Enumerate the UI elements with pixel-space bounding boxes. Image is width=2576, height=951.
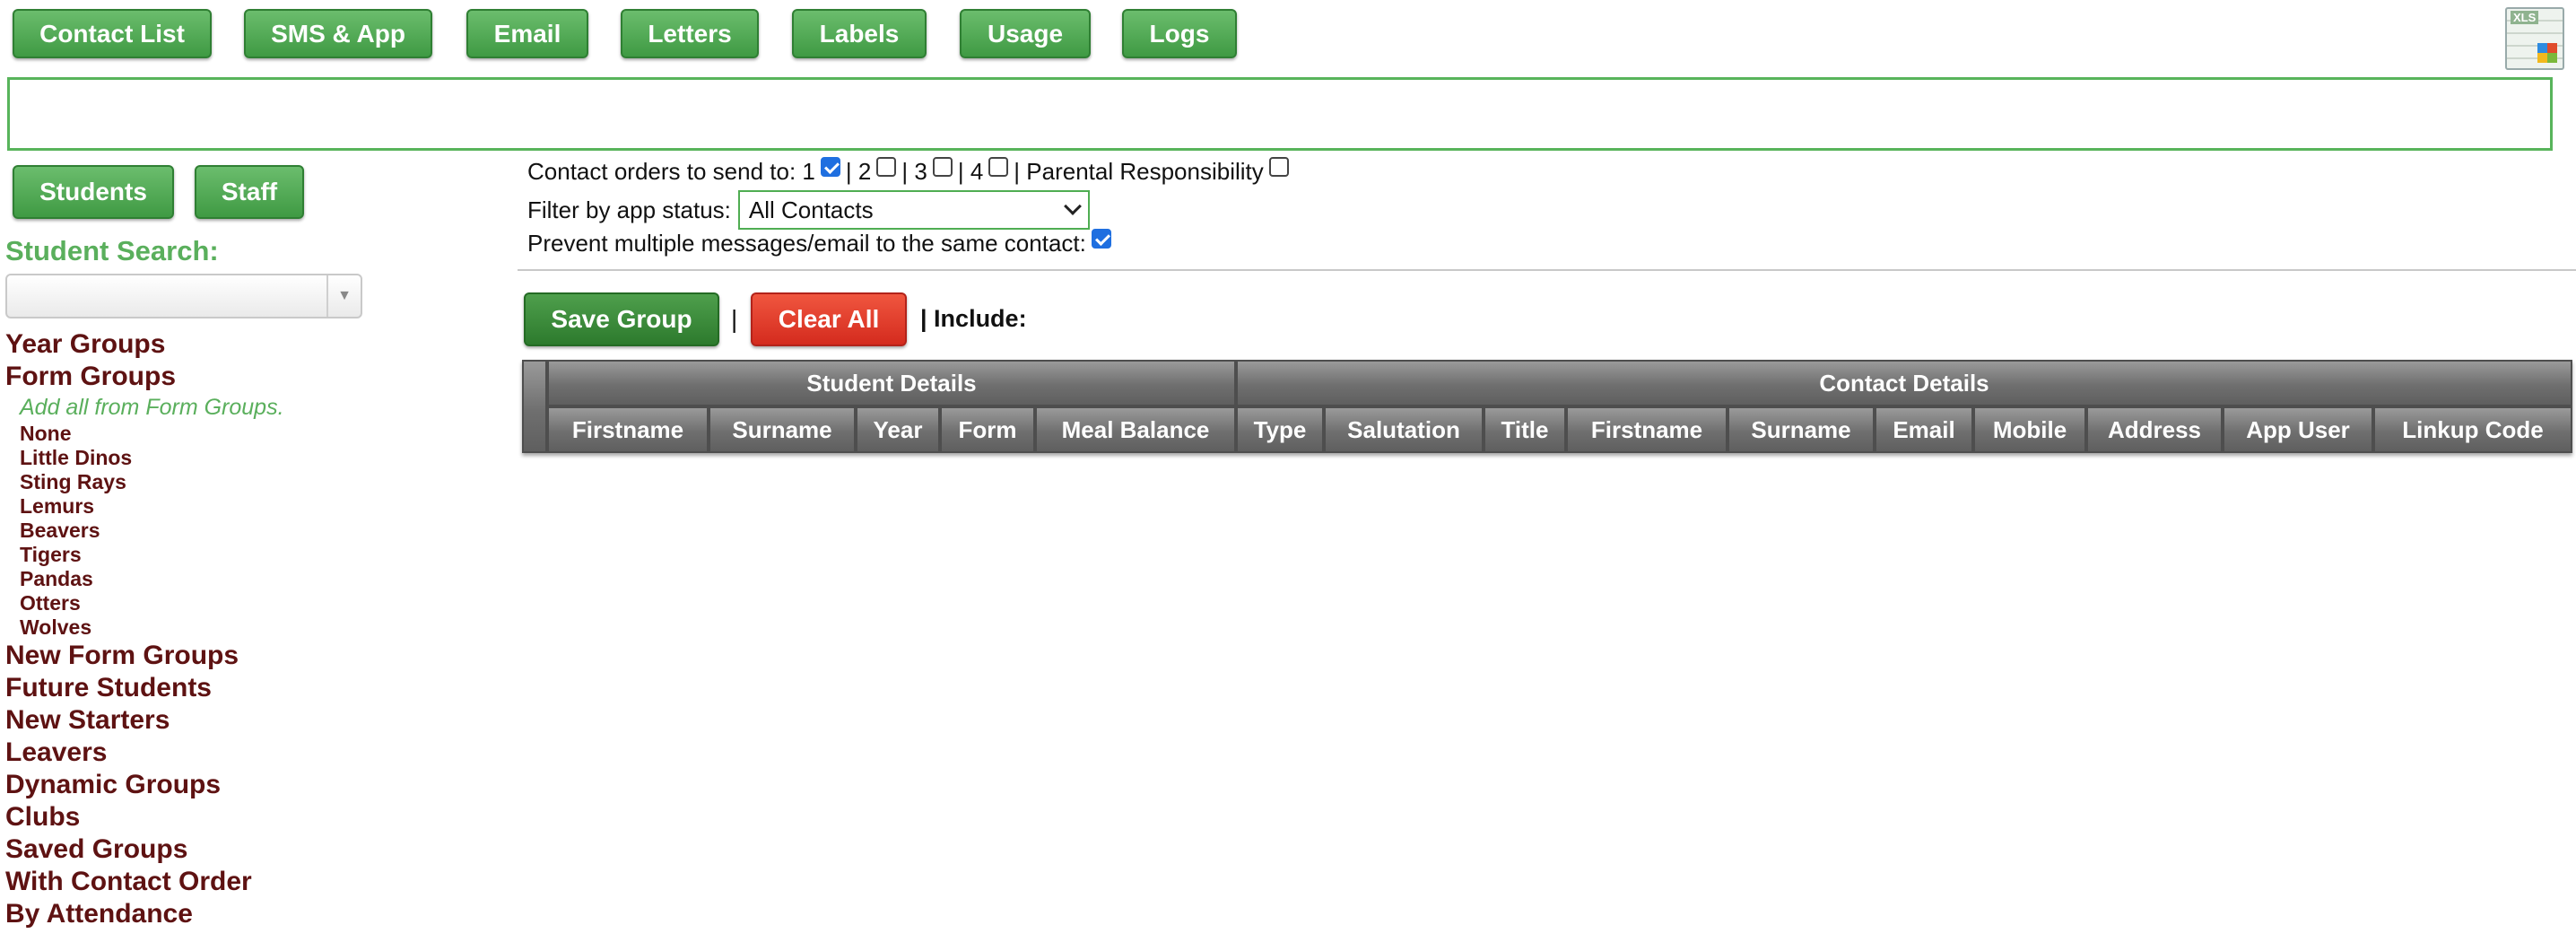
nav-letters-button[interactable]: Letters [621,9,759,58]
form-group-item[interactable]: Otters [5,591,284,615]
column-header-salutation[interactable]: Salutation [1324,406,1484,453]
student-search-title: Student Search: [5,235,219,266]
order-1-label: 1 [802,158,815,185]
form-group-item[interactable]: Sting Rays [5,470,284,494]
form-group-item[interactable]: None [5,422,284,446]
column-header-address[interactable]: Address [2086,406,2223,453]
order-3-checkbox[interactable] [932,156,953,177]
divider [518,269,2576,271]
save-group-button[interactable]: Save Group [524,292,719,346]
prevent-duplicates-checkbox[interactable] [1091,228,1111,249]
group-clubs[interactable]: Clubs [5,801,284,833]
nav-sms-app-button[interactable]: SMS & App [244,9,432,58]
group-new-starters[interactable]: New Starters [5,704,284,737]
student-details-header: Student Details [547,360,1236,406]
message-input[interactable] [7,77,2553,151]
chevron-down-icon [1063,197,1082,215]
parental-responsibility-label: Parental Responsibility [1026,158,1264,185]
column-header-app-user[interactable]: App User [2223,406,2373,453]
group-new-form-groups[interactable]: New Form Groups [5,640,284,672]
student-search-input[interactable]: ▼ [5,274,362,318]
include-label: | Include: [920,305,1027,332]
nav-contact-list-button[interactable]: Contact List [13,9,212,58]
nav-usage-button[interactable]: Usage [960,9,1091,58]
parental-responsibility-checkbox[interactable] [1268,156,1289,177]
form-group-item[interactable]: Lemurs [5,494,284,519]
nav-logs-button[interactable]: Logs [1122,9,1237,58]
separator: | [731,305,738,333]
prevent-duplicates-row: Prevent multiple messages/email to the s… [527,228,1117,257]
filter-app-status-label: Filter by app status: [527,196,731,223]
excel-export-icon[interactable]: XLS [2505,7,2564,70]
column-header-linkup-code[interactable]: Linkup Code [2373,406,2572,453]
contact-orders-row: Contact orders to send to: 1 | 2 | 3 | 4… [527,156,1294,186]
form-group-item[interactable]: Beavers [5,519,284,543]
clear-all-button[interactable]: Clear All [751,292,907,346]
app-status-value: All Contacts [748,196,874,223]
nav-email-button[interactable]: Email [466,9,588,58]
group-list: Year Groups Form Groups Add all from For… [5,328,284,930]
form-group-item[interactable]: Pandas [5,567,284,591]
separator: | [901,158,909,185]
tab-students[interactable]: Students [13,165,174,219]
separator: | [957,158,964,185]
tab-staff[interactable]: Staff [195,165,304,219]
recipients-table: Student Details Contact Details Firstnam… [522,360,2572,453]
column-header-student-firstname[interactable]: Firstname [547,406,709,453]
separator: | [1014,158,1021,185]
column-header-contact-surname[interactable]: Surname [1727,406,1875,453]
column-header-email[interactable]: Email [1875,406,1973,453]
add-all-form-groups-link[interactable]: Add all from Form Groups. [5,393,284,422]
order-3-label: 3 [914,158,927,185]
column-header-student-surname[interactable]: Surname [709,406,856,453]
group-future-students[interactable]: Future Students [5,672,284,704]
form-group-item[interactable]: Wolves [5,615,284,640]
excel-export-label: XLS [2511,11,2539,24]
order-4-label: 4 [970,158,984,185]
column-header-meal-balance[interactable]: Meal Balance [1035,406,1236,453]
column-header-year[interactable]: Year [856,406,940,453]
form-group-item[interactable]: Tigers [5,543,284,567]
dropdown-arrow-icon[interactable]: ▼ [326,275,361,317]
nav-labels-button[interactable]: Labels [792,9,927,58]
group-dynamic-groups[interactable]: Dynamic Groups [5,769,284,801]
prevent-duplicates-label: Prevent multiple messages/email to the s… [527,230,1086,257]
group-saved-groups[interactable]: Saved Groups [5,833,284,866]
select-column-header[interactable] [522,360,547,453]
contact-details-header: Contact Details [1236,360,2572,406]
form-group-item[interactable]: Little Dinos [5,446,284,470]
order-2-checkbox[interactable] [876,156,897,177]
order-4-checkbox[interactable] [988,156,1009,177]
column-header-contact-firstname[interactable]: Firstname [1566,406,1727,453]
group-by-attendance[interactable]: By Attendance [5,898,284,930]
column-header-type[interactable]: Type [1236,406,1324,453]
group-with-contact-order[interactable]: With Contact Order [5,866,284,898]
filter-row: Filter by app status: All Contacts [527,190,1090,230]
group-leavers[interactable]: Leavers [5,737,284,769]
order-2-label: 2 [857,158,872,185]
separator: | [845,158,852,185]
windows-logo-icon [2537,43,2557,63]
group-year-groups[interactable]: Year Groups [5,328,284,361]
column-header-title[interactable]: Title [1484,406,1566,453]
group-form-groups[interactable]: Form Groups [5,361,284,393]
order-1-checkbox[interactable] [820,156,840,177]
app-status-select[interactable]: All Contacts [737,190,1090,230]
column-header-form[interactable]: Form [940,406,1035,453]
column-header-mobile[interactable]: Mobile [1973,406,2086,453]
contact-orders-label: Contact orders to send to: [527,158,796,185]
